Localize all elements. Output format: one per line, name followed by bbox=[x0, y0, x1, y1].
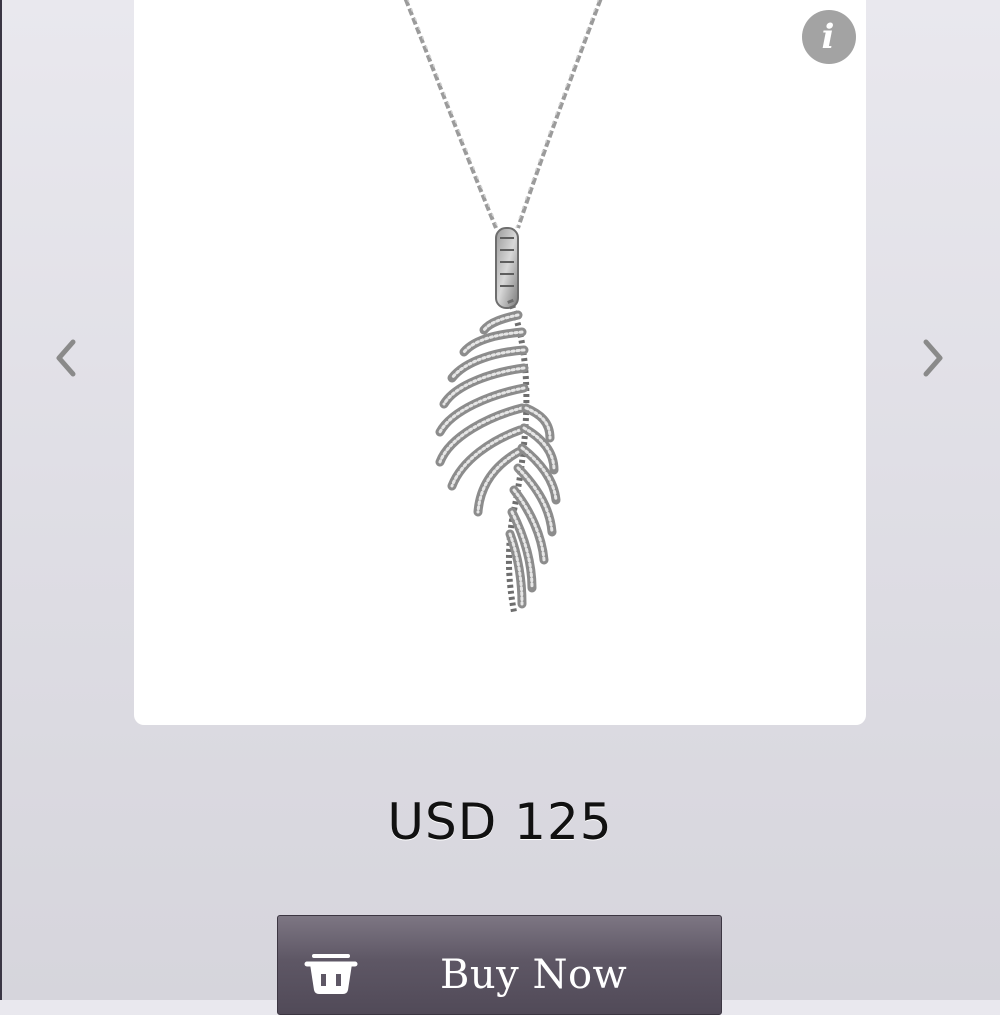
buy-now-button[interactable]: Buy Now bbox=[277, 915, 722, 1015]
product-image-card: i bbox=[134, 0, 866, 725]
basket-icon bbox=[304, 954, 358, 994]
previous-image-button[interactable] bbox=[46, 328, 86, 388]
info-button[interactable]: i bbox=[802, 10, 856, 64]
next-image-button[interactable] bbox=[913, 328, 953, 388]
product-price: USD 125 bbox=[387, 793, 613, 851]
chevron-left-icon bbox=[56, 339, 76, 377]
buy-now-label: Buy Now bbox=[440, 952, 628, 998]
product-image bbox=[403, 0, 603, 687]
chevron-right-icon bbox=[923, 339, 943, 377]
info-icon: i bbox=[821, 17, 835, 57]
